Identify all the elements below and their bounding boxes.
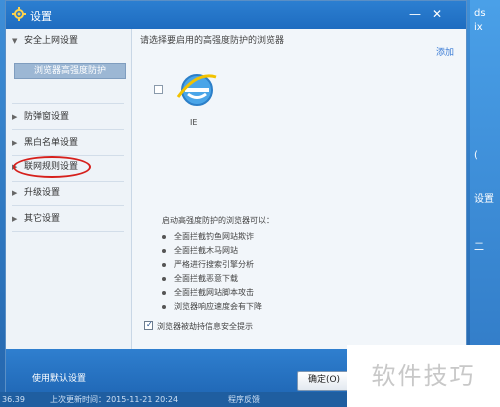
settings-sidebar: ▼ 安全上网设置 浏览器高强度防护 ▶ 防弹窗设置 ▶ 黑白名单设置 ▶ 联网规… <box>6 29 132 349</box>
desktop-fragment: ds <box>474 8 486 19</box>
watermark-overlay: 软件技巧 <box>347 345 500 407</box>
sidebar-divider <box>12 129 124 130</box>
feature-text: 全面拦截网站脚本攻击 <box>174 288 254 297</box>
bullet-icon <box>162 262 166 267</box>
sidebar-divider <box>12 181 124 182</box>
feature-text: 浏览器响应速度会有下降 <box>174 302 262 311</box>
chevron-right-icon: ▶ <box>12 139 18 147</box>
chevron-right-icon: ▶ <box>12 113 18 121</box>
ie-checkbox[interactable] <box>154 85 163 94</box>
sidebar-item-safe-browsing[interactable]: ▼ 安全上网设置 <box>6 33 131 49</box>
status-feedback[interactable]: 程序反馈 <box>228 392 260 407</box>
sidebar-item-label: 升级设置 <box>24 188 61 198</box>
bullet-icon <box>162 290 166 295</box>
ok-button[interactable]: 确定(O) <box>297 371 351 391</box>
minimize-button[interactable]: — <box>408 8 422 21</box>
sidebar-item-popup[interactable]: ▶ 防弹窗设置 <box>6 109 131 125</box>
feature-item: 全面拦截钓鱼网站欺诈 <box>162 231 254 243</box>
settings-main-panel: 请选择要启用的高强度防护的浏览器 添加 IE 启动高强度防护的浏览器可以： 全面… <box>132 29 466 349</box>
feature-text: 全面拦截钓鱼网站欺诈 <box>174 232 254 241</box>
desktop-fragment: 设置 <box>474 194 494 205</box>
ie-browser-icon[interactable] <box>174 67 220 113</box>
status-left: 36.39 <box>2 395 25 404</box>
use-default-settings-link[interactable]: 使用默认设置 <box>32 371 86 384</box>
sidebar-item-upgrade[interactable]: ▶ 升级设置 <box>6 185 131 201</box>
sidebar-divider <box>12 231 124 232</box>
feature-item: 严格进行搜索引擎分析 <box>162 259 254 271</box>
feature-item: 全面拦截恶意下载 <box>162 273 238 285</box>
feature-text: 全面拦截木马网站 <box>174 246 238 255</box>
bullet-icon <box>162 304 166 309</box>
features-title: 启动高强度防护的浏览器可以： <box>162 216 274 225</box>
hijack-alert-checkbox[interactable]: ✓ <box>144 320 153 330</box>
desktop-fragment: ix <box>474 22 483 33</box>
status-last-update: 上次更新时间：2015-11-21 20:24 <box>50 395 179 404</box>
chevron-right-icon: ▶ <box>12 215 18 223</box>
title-bar: 设置 — ✕ <box>6 1 466 29</box>
sidebar-subitem-browser-protection[interactable]: 浏览器高强度防护 <box>14 63 126 79</box>
bullet-icon <box>162 276 166 281</box>
check-icon: ✓ <box>146 320 153 329</box>
panel-heading: 请选择要启用的高强度防护的浏览器 <box>140 36 285 46</box>
chevron-right-icon: ▶ <box>12 189 18 197</box>
sidebar-item-label: 其它设置 <box>24 214 61 224</box>
feature-item: 全面拦截网站脚本攻击 <box>162 287 254 299</box>
chevron-down-icon: ▼ <box>12 37 18 45</box>
bullet-icon <box>162 234 166 239</box>
bullet-icon <box>162 248 166 253</box>
feature-item: 全面拦截木马网站 <box>162 245 238 257</box>
desktop-fragment: ( <box>474 150 478 161</box>
sidebar-divider <box>12 205 124 206</box>
feature-text: 全面拦截恶意下载 <box>174 274 238 283</box>
sidebar-item-label: 黑白名单设置 <box>24 138 79 148</box>
hijack-alert-label: 浏览器被劫持信息安全提示 <box>157 322 253 331</box>
window-title: 设置 <box>30 10 52 23</box>
desktop-fragment: 二 <box>474 242 484 253</box>
gear-icon <box>12 7 26 21</box>
sidebar-divider <box>12 155 124 156</box>
ie-browser-label: IE <box>190 118 198 127</box>
sidebar-item-other[interactable]: ▶ 其它设置 <box>6 211 131 227</box>
feature-text: 严格进行搜索引擎分析 <box>174 260 254 269</box>
feature-item: 浏览器响应速度会有下降 <box>162 301 262 313</box>
sidebar-item-label: 防弹窗设置 <box>24 112 70 122</box>
add-browser-link[interactable]: 添加 <box>436 45 454 58</box>
red-highlight-annotation <box>13 156 91 178</box>
hijack-alert-option[interactable]: ✓ 浏览器被劫持信息安全提示 <box>144 320 253 332</box>
sidebar-item-label: 安全上网设置 <box>24 36 79 46</box>
sidebar-item-blacklist[interactable]: ▶ 黑白名单设置 <box>6 135 131 151</box>
close-button[interactable]: ✕ <box>430 7 444 21</box>
settings-window: 设置 — ✕ ▼ 安全上网设置 浏览器高强度防护 ▶ 防弹窗设置 ▶ 黑白名单设… <box>5 0 467 399</box>
sidebar-divider <box>12 103 124 104</box>
